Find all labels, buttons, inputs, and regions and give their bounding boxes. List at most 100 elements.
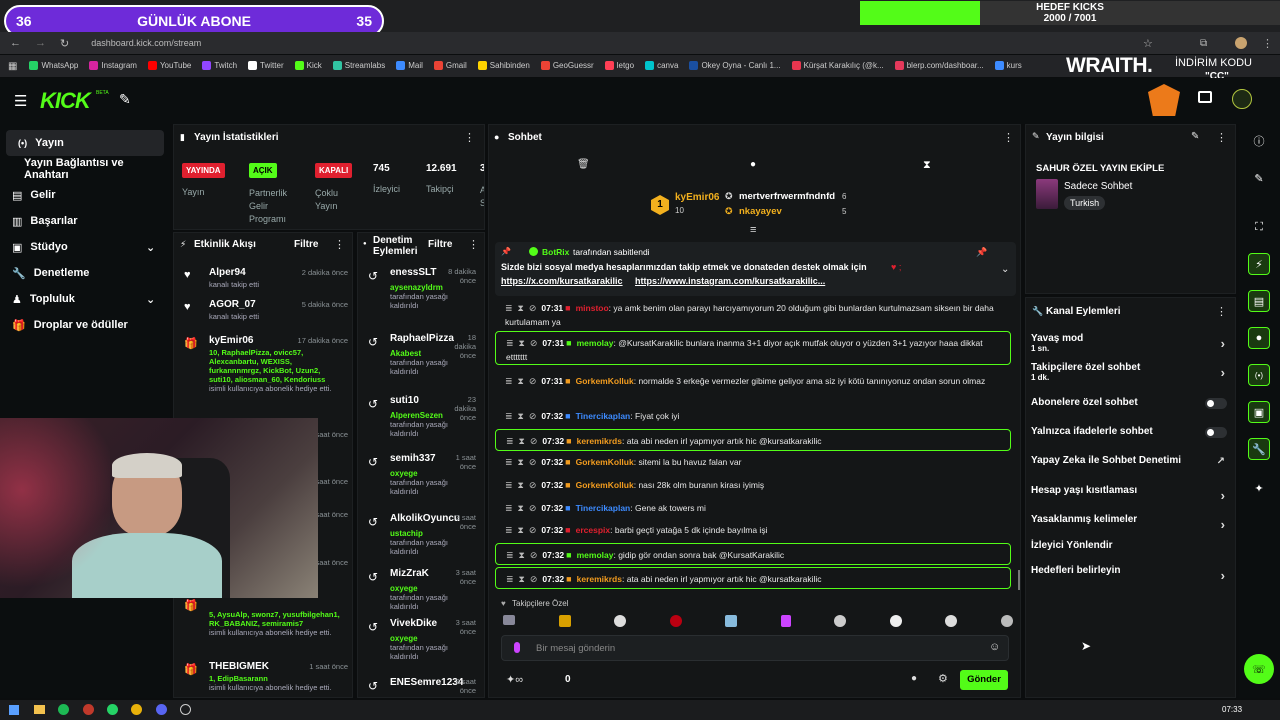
- sidebar-item-community[interactable]: ♟ Topluluk ⌄: [0, 286, 170, 312]
- support-icon[interactable]: ☏: [1244, 654, 1274, 684]
- bookmark-item[interactable]: Twitch: [202, 60, 237, 70]
- bookmark-item[interactable]: Okey Oyna - Canlı 1...: [689, 60, 781, 70]
- timeout-icon[interactable]: ⧗: [518, 480, 524, 490]
- emoji-icon[interactable]: ☺: [989, 641, 1000, 653]
- whatsapp-icon[interactable]: [107, 704, 118, 715]
- points-icon[interactable]: ✦∞: [506, 673, 523, 686]
- mod-action-item[interactable]: ↺ MizZraK 3 saat önce oxyege tarafından yasa…: [364, 568, 476, 624]
- sidebar-item-stream-key[interactable]: Yayın Bağlantısı ve Anahtarı: [0, 156, 170, 182]
- channel-action-item[interactable]: Hesap yaşı kısıtlaması ›: [1031, 485, 1227, 509]
- bookmark-item[interactable]: YouTube: [147, 60, 191, 70]
- message-username[interactable]: GorkemKolluk: [576, 457, 634, 467]
- event-item[interactable]: ♥ AGOR_07 5 dakika önce kanalı takip etti: [180, 299, 348, 339]
- mod-filter-button[interactable]: Filtre: [428, 239, 452, 250]
- mod-delete-icon[interactable]: ≣: [506, 338, 514, 348]
- chat-message[interactable]: ≣ ⧗ ⊘ 07:32 ■ Tinercikaplan: Gene ak towers m…: [495, 499, 1011, 517]
- events-menu-icon[interactable]: ⋮: [334, 238, 345, 251]
- app-icon[interactable]: [83, 704, 94, 715]
- bolt-icon[interactable]: ⚡: [1248, 253, 1270, 275]
- send-button[interactable]: Gönder: [960, 670, 1008, 690]
- app-icon[interactable]: [180, 704, 191, 715]
- sidebar-item-revenue[interactable]: ▤ Gelir: [0, 182, 170, 208]
- spotify-icon[interactable]: [58, 704, 69, 715]
- reload-icon[interactable]: ↻: [60, 37, 69, 50]
- chat-message[interactable]: ≣ ⧗ ⊘ 07:32 ■ keremikrds: ata abi neden irl y…: [495, 567, 1011, 589]
- ban-icon[interactable]: ⊘: [530, 550, 538, 560]
- bookmark-item[interactable]: Kürşat Karakılıç (@k...: [791, 60, 884, 70]
- channel-action-item[interactable]: İzleyici Yönlendir: [1031, 540, 1227, 564]
- mod-delete-icon[interactable]: ≣: [506, 436, 514, 446]
- events-filter-button[interactable]: Filtre: [294, 239, 318, 250]
- emote-icon[interactable]: [1000, 615, 1013, 627]
- emote-icon[interactable]: [780, 615, 791, 627]
- stats-menu-icon[interactable]: ⋮: [464, 131, 475, 144]
- timeout-icon[interactable]: ⧗: [519, 436, 525, 446]
- pinned-link-instagram[interactable]: https://www.instagram.com/kursatkarakili…: [635, 276, 825, 286]
- mod-delete-icon[interactable]: ≣: [506, 550, 514, 560]
- mod-delete-icon[interactable]: ≣: [505, 457, 513, 467]
- message-username[interactable]: minstoo: [576, 303, 609, 313]
- mod-action-item[interactable]: ↺ enessSLT 8 dakika önce aysenazyldrm tarafı…: [364, 267, 476, 323]
- emote-icon[interactable]: [945, 615, 958, 627]
- chat-message[interactable]: ≣ ⧗ ⊘ 07:32 ■ Tinercikaplan: Fiyat çok iyi: [495, 407, 1011, 425]
- timeout-icon[interactable]: ⧗: [518, 457, 524, 467]
- emote-icon[interactable]: [725, 615, 738, 627]
- back-icon[interactable]: ←: [10, 37, 21, 49]
- channel-action-item[interactable]: Yapay Zeka ile Sohbet Denetimi ↗: [1031, 455, 1227, 479]
- layout-icon[interactable]: ▣: [1248, 401, 1270, 423]
- extensions-icon[interactable]: ⧉: [1200, 38, 1207, 49]
- mod-delete-icon[interactable]: ≣: [505, 480, 513, 490]
- bookmark-item[interactable]: canva: [645, 60, 678, 70]
- trash-icon[interactable]: 🗑: [577, 159, 590, 170]
- windows-start-icon[interactable]: [9, 705, 19, 715]
- mod-delete-icon[interactable]: ≣: [505, 525, 513, 535]
- user-avatar[interactable]: [1232, 89, 1252, 109]
- broadcast-icon[interactable]: (•): [1248, 364, 1270, 386]
- bookmark-item[interactable]: Sahibinden: [477, 60, 530, 70]
- sidebar-item-drops[interactable]: 🎁 Droplar ve ödüller: [0, 312, 170, 338]
- sidebar-item-moderation[interactable]: 🔧 Denetleme: [0, 260, 170, 286]
- channel-action-item[interactable]: Hedefleri belirleyin ›: [1031, 565, 1227, 589]
- message-username[interactable]: memolay: [577, 338, 614, 348]
- message-username[interactable]: Tinercikaplan: [576, 503, 631, 513]
- mic-icon[interactable]: [514, 642, 520, 653]
- timeout-icon[interactable]: ⧗: [518, 376, 524, 386]
- message-username[interactable]: keremikrds: [577, 574, 622, 584]
- channel-action-item[interactable]: Yavaş mod 1 sn. ›: [1031, 333, 1227, 357]
- bookmark-item[interactable]: Kick: [294, 60, 322, 70]
- mod-delete-icon[interactable]: ≣: [506, 574, 514, 584]
- bookmark-item[interactable]: kurs: [994, 60, 1022, 70]
- bookmark-item[interactable]: Gmail: [433, 60, 467, 70]
- bookmark-item[interactable]: blerp.com/dashboar...: [894, 60, 984, 70]
- pin-tool-icon[interactable]: ✎: [119, 91, 131, 108]
- sidebar-item-achievements[interactable]: ▥ Başarılar: [0, 208, 170, 234]
- community-icon[interactable]: ✦: [1248, 477, 1270, 499]
- toggle-switch[interactable]: [1205, 427, 1227, 438]
- actions-menu-icon[interactable]: ⋮: [1216, 305, 1227, 318]
- pinned-link-x[interactable]: https://x.com/kursatkarakilic: [501, 276, 623, 286]
- bookmark-item[interactable]: GeoGuessr: [540, 60, 594, 70]
- message-username[interactable]: GorkemKolluk: [576, 480, 634, 490]
- chat-message[interactable]: ≣ ⧗ ⊘ 07:31 ■ GorkemKolluk: normalde 3 erkeğe…: [495, 370, 1011, 404]
- emote-icon[interactable]: [503, 615, 515, 625]
- expand-icon[interactable]: ⌄: [1001, 264, 1009, 275]
- timeout-icon[interactable]: ⧗: [518, 503, 524, 513]
- mod-action-item[interactable]: ↺ semih337 1 saat önce oxyege tarafından yas…: [364, 453, 476, 509]
- timeout-icon[interactable]: ⧗: [518, 411, 524, 421]
- chat-message[interactable]: ≣ ⧗ ⊘ 07:31 ■ minstoo: ya amk benim olan para…: [495, 297, 1011, 331]
- channel-action-item[interactable]: Abonelere özel sohbet: [1031, 397, 1227, 421]
- hamburger-menu-icon[interactable]: ☰: [14, 92, 27, 110]
- url-text[interactable]: dashboard.kick.com/stream: [91, 38, 201, 48]
- mod-action-item[interactable]: ↺ VivekDike 3 saat önce oxyege tarafından ya…: [364, 618, 476, 674]
- emote-icon[interactable]: [614, 615, 627, 627]
- kick-logo[interactable]: KICK: [40, 88, 91, 114]
- bookmark-item[interactable]: Instagram: [89, 60, 137, 70]
- wrench-icon[interactable]: 🔧: [1248, 438, 1270, 460]
- chat-input-box[interactable]: Bir mesaj gönderin ☺: [501, 635, 1009, 661]
- ban-icon[interactable]: ⊘: [530, 436, 538, 446]
- mod-action-item[interactable]: ↺ RaphaelPizza 18 dakika önce Akabest tarafı…: [364, 333, 476, 389]
- ban-icon[interactable]: ⊘: [530, 338, 538, 348]
- unpin-icon[interactable]: 📌: [976, 247, 987, 258]
- bookmark-item[interactable]: letgo: [604, 60, 634, 70]
- event-item[interactable]: 🎁 5, AysuAlp, swonz7, yusufbilgehan1, RK_…: [180, 597, 348, 637]
